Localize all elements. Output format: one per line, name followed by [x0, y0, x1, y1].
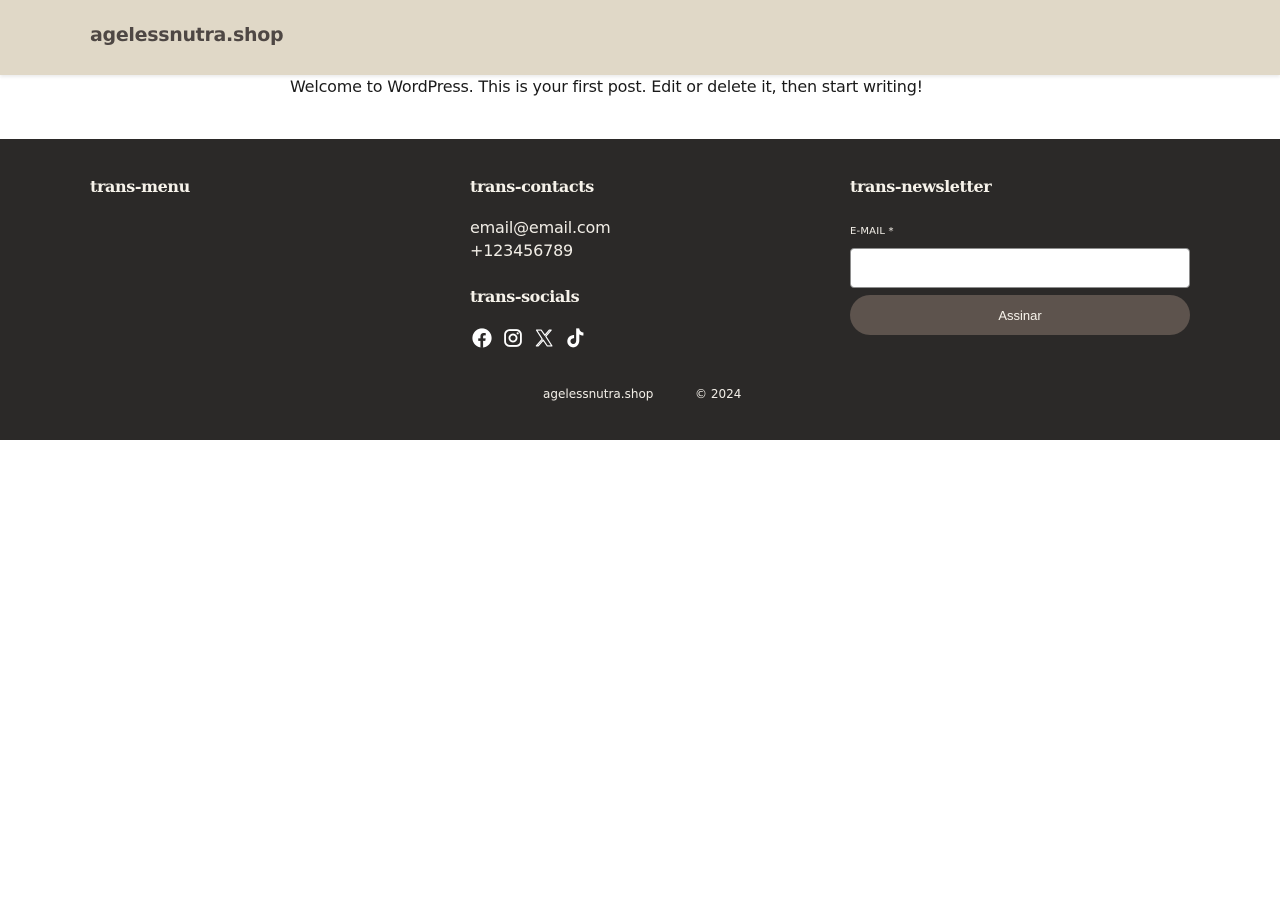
- contact-phone[interactable]: +123456789: [470, 241, 573, 260]
- social-links: [470, 325, 587, 351]
- tiktok-icon: [567, 328, 584, 348]
- instagram-icon: [504, 329, 522, 347]
- email-field-label: E-MAIL *: [850, 226, 894, 237]
- tiktok-link[interactable]: [563, 325, 587, 351]
- site-footer: trans-menu trans-contacts email@email.co…: [0, 139, 1280, 440]
- subscribe-button[interactable]: Assinar: [850, 295, 1190, 335]
- footer-socials-heading: trans-socials: [470, 287, 580, 306]
- contact-email[interactable]: email@email.com: [470, 218, 611, 237]
- footer-site-name[interactable]: agelessnutra.shop: [543, 387, 653, 401]
- instagram-link[interactable]: [501, 325, 525, 351]
- site-title-link[interactable]: agelessnutra.shop: [90, 24, 284, 46]
- footer-newsletter-heading: trans-newsletter: [850, 177, 992, 196]
- footer-contacts-heading: trans-contacts: [470, 177, 594, 196]
- footer-copyright: © 2024: [695, 387, 742, 401]
- facebook-link[interactable]: [470, 325, 494, 351]
- post-text: Welcome to WordPress. This is your first…: [290, 77, 923, 96]
- newsletter-email-input[interactable]: [850, 248, 1190, 288]
- main-content: Welcome to WordPress. This is your first…: [0, 75, 1280, 139]
- site-header: agelessnutra.shop: [0, 0, 1280, 75]
- x-link[interactable]: [532, 325, 556, 351]
- facebook-icon: [472, 328, 492, 348]
- x-icon: [535, 329, 553, 347]
- footer-menu-heading: trans-menu: [90, 177, 190, 196]
